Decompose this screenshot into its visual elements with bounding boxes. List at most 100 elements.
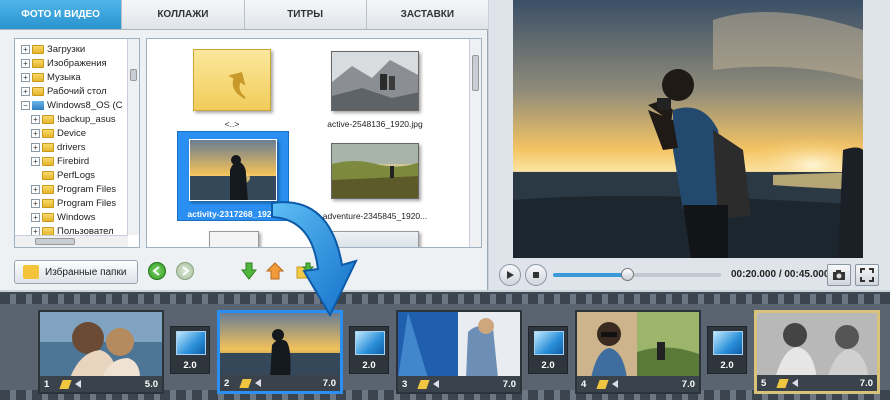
tree-item[interactable]: PerfLogs	[31, 168, 95, 182]
add-all-button[interactable]	[296, 262, 314, 280]
slide-number: 4	[581, 378, 587, 390]
preview-image	[513, 0, 863, 258]
expand-toggle[interactable]: +	[31, 184, 40, 194]
back-button[interactable]	[148, 262, 166, 280]
timeline-transition[interactable]: 2.0	[170, 326, 210, 374]
file-item-photo[interactable]	[331, 51, 419, 111]
tree-vertical-scrollbar[interactable]	[127, 39, 139, 235]
file-label-selected: activity-2317268_192...	[187, 209, 279, 219]
timeline-slide[interactable]: 4 7.0	[575, 310, 701, 394]
tab-collages[interactable]: КОЛЛАЖИ	[122, 0, 245, 29]
sound-icon[interactable]	[75, 380, 81, 388]
expand-toggle[interactable]: +	[21, 44, 30, 54]
folder-icon	[42, 212, 54, 222]
stop-button[interactable]	[525, 264, 547, 286]
transition-thumbnail	[534, 331, 564, 355]
slide-timeline[interactable]: 1 5.0 2.0 2 7.0 2.0 3 7.0 2.0 4 7.0 2.0 5 7.0	[0, 292, 890, 400]
file-grid-scrollbar[interactable]	[469, 39, 481, 247]
edit-icon[interactable]	[776, 378, 789, 388]
folder-icon	[42, 114, 54, 124]
expand-toggle[interactable]: +	[31, 156, 40, 166]
tree-item-label: Изображения	[47, 57, 107, 69]
sound-icon[interactable]	[255, 379, 261, 387]
tree-item-label: Device	[57, 127, 87, 139]
tree-item[interactable]: + Музыка	[21, 70, 81, 84]
tab-photo-video[interactable]: ФОТО И ВИДЕО	[0, 0, 123, 29]
slide-thumbnail	[398, 312, 520, 378]
expand-toggle[interactable]: +	[31, 212, 40, 222]
down-arrow-icon	[240, 262, 258, 280]
tree-item-label: Рабочий стол	[47, 85, 107, 97]
add-to-timeline-button[interactable]	[240, 262, 258, 280]
tab-intros[interactable]: ЗАСТАВКИ	[367, 0, 488, 29]
edit-icon[interactable]	[59, 379, 72, 389]
slide-duration: 7.0	[322, 377, 336, 389]
file-grid[interactable]: <..> active-2548136_1920.jpg activity-23…	[146, 38, 482, 248]
timeline-slide[interactable]: 3 7.0	[396, 310, 522, 394]
expand-toggle[interactable]: +	[31, 142, 40, 152]
file-item-photo[interactable]	[331, 231, 419, 247]
tree-item-label: Windows	[57, 211, 96, 223]
timeline-transition[interactable]: 2.0	[528, 326, 568, 374]
playback-slider[interactable]	[553, 268, 721, 281]
slide-thumbnail	[757, 313, 877, 379]
favorite-folder-icon	[23, 265, 39, 279]
slide-number: 1	[44, 378, 50, 390]
expand-toggle[interactable]: +	[21, 72, 30, 82]
timeline-transition[interactable]: 2.0	[707, 326, 747, 374]
sound-icon[interactable]	[433, 380, 439, 388]
file-item-photo[interactable]	[209, 231, 259, 247]
expand-toggle[interactable]: +	[31, 114, 40, 124]
video-preview[interactable]	[513, 0, 863, 258]
favorite-folders-label: Избранные папки	[45, 266, 127, 278]
tree-item-label: Program Files	[57, 183, 117, 195]
slide-number: 5	[761, 377, 767, 389]
transition-duration: 2.0	[541, 360, 555, 371]
tree-item[interactable]: + Загрузки	[21, 42, 85, 56]
play-icon	[507, 271, 514, 279]
timeline-slide-selected[interactable]: 2 7.0	[217, 310, 343, 394]
edit-icon[interactable]	[417, 379, 430, 389]
file-item-up-folder[interactable]	[193, 49, 271, 111]
snapshot-button[interactable]	[827, 264, 851, 286]
tree-item[interactable]: + !backup_asus	[31, 112, 116, 126]
expand-toggle[interactable]: −	[21, 100, 30, 110]
tree-item[interactable]: + drivers	[31, 140, 86, 154]
tree-item[interactable]: + Program Files	[31, 182, 116, 196]
tree-item[interactable]: + Firebird	[31, 154, 89, 168]
tab-titles[interactable]: ТИТРЫ	[245, 0, 367, 29]
expand-toggle[interactable]: +	[31, 198, 40, 208]
edit-icon[interactable]	[596, 379, 609, 389]
favorite-folders-button[interactable]: Избранные папки	[14, 260, 138, 284]
sound-icon[interactable]	[612, 380, 618, 388]
sound-icon[interactable]	[792, 379, 798, 387]
tree-item[interactable]: + Windows	[31, 210, 96, 224]
slide-number: 3	[402, 378, 408, 390]
up-folder-button[interactable]	[266, 262, 284, 280]
tree-item[interactable]: + Device	[31, 126, 86, 140]
expand-toggle[interactable]: +	[31, 128, 40, 138]
tree-item[interactable]: + Program Files	[31, 196, 116, 210]
photo-thumbnail	[332, 144, 418, 198]
forward-button[interactable]	[176, 262, 194, 280]
expand-toggle[interactable]: +	[21, 86, 30, 96]
tree-item[interactable]: + Изображения	[21, 56, 107, 70]
tree-item[interactable]: − Windows8_OS (C	[21, 98, 123, 112]
play-button[interactable]	[499, 264, 521, 286]
timeline-slide[interactable]: 1 5.0	[38, 310, 164, 394]
tree-item[interactable]: + Рабочий стол	[21, 84, 107, 98]
expand-toggle[interactable]: +	[21, 58, 30, 68]
folder-add-icon	[296, 262, 314, 279]
folder-tree[interactable]: + Загрузки + Изображения + Музыка + Рабочий сто…	[14, 38, 140, 248]
tree-item-label: PerfLogs	[57, 169, 96, 181]
tree-horizontal-scrollbar[interactable]	[15, 235, 128, 247]
fullscreen-button[interactable]	[855, 264, 879, 286]
timeline-transition[interactable]: 2.0	[349, 326, 389, 374]
file-item-photo[interactable]	[189, 139, 277, 201]
timeline-slide[interactable]: 5 7.0	[754, 310, 880, 394]
file-item-photo[interactable]	[331, 143, 419, 199]
edit-icon[interactable]	[239, 378, 252, 388]
photo-thumbnail	[190, 140, 276, 200]
playback-slider-handle[interactable]	[620, 268, 634, 281]
drive-icon	[32, 100, 44, 110]
